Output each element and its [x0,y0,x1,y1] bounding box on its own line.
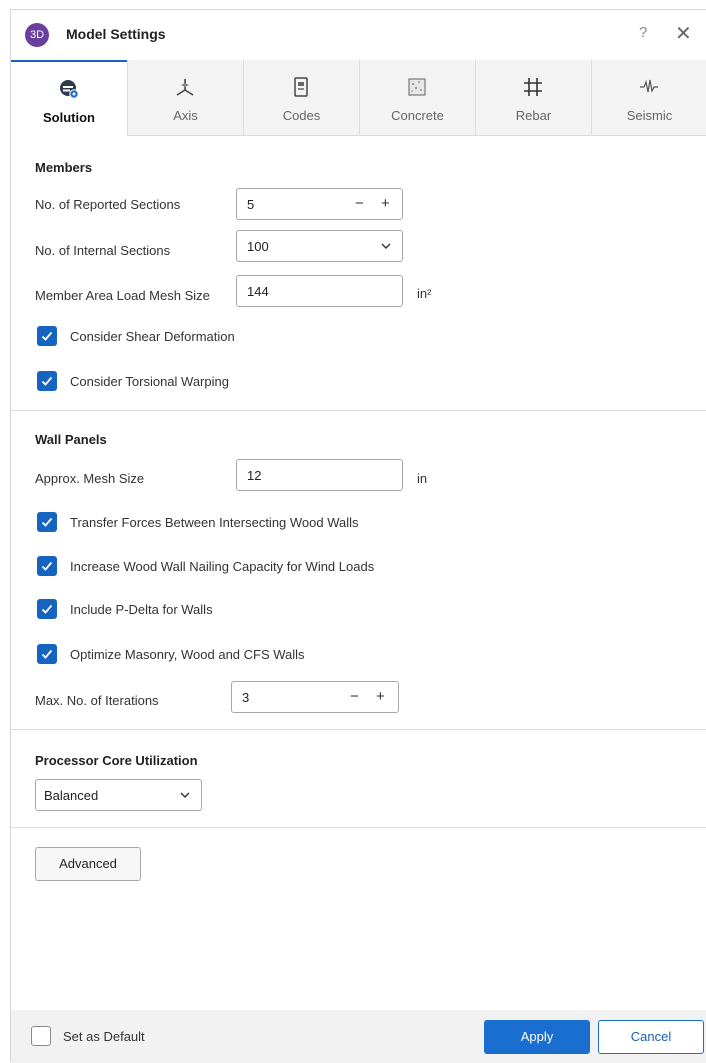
tab-rebar-label: Rebar [515,108,552,123]
tab-seismic[interactable]: Seismic [590,60,706,136]
transfer-forces-checkbox[interactable] [37,512,57,532]
reported-sections-value[interactable]: 5 [247,197,254,212]
processor-utilization-value: Balanced [44,788,99,803]
nailing-capacity-label: Increase Wood Wall Nailing Capacity for … [70,559,375,574]
wall-panels-section-title: Wall Panels [35,432,107,447]
axis-icon [177,79,194,96]
members-section-title: Members [35,160,93,175]
apply-button[interactable]: Apply [484,1020,590,1054]
optimize-walls-label: Optimize Masonry, Wood and CFS Walls [70,647,305,662]
dialog-title: Model Settings [66,26,166,42]
divider [11,827,706,828]
processor-section-title: Processor Core Utilization [35,753,198,768]
shear-deformation-label: Consider Shear Deformation [70,329,235,344]
internal-sections-label: No. of Internal Sections [35,243,171,258]
tab-concrete[interactable]: Concrete [358,60,475,136]
chevron-down-icon [180,792,190,798]
torsional-warping-checkbox[interactable] [37,371,57,391]
wall-mesh-size-value[interactable]: 12 [247,468,261,483]
set-default-label: Set as Default [63,1029,145,1044]
max-iterations-stepper[interactable]: 3 − + [231,681,399,713]
transfer-forces-label: Transfer Forces Between Intersecting Woo… [70,515,359,530]
app-3d-icon: 3D [25,23,49,47]
tab-codes-label: Codes [282,108,321,123]
max-iterations-decrement-button[interactable]: − [350,688,359,705]
max-iterations-label: Max. No. of Iterations [35,693,159,708]
solution-gear-icon [59,80,79,99]
tab-solution-label: Solution [42,110,95,125]
divider [11,410,706,411]
reported-sections-stepper[interactable]: 5 − + [236,188,403,220]
checkmark-icon [41,561,53,571]
shear-deformation-checkbox[interactable] [37,326,57,346]
help-button[interactable]: ? [639,24,647,41]
checkmark-icon [41,649,53,659]
tab-axis-label: Axis [173,108,198,123]
checkmark-icon [41,604,53,614]
reported-sections-increment-button[interactable]: + [381,195,390,212]
member-mesh-size-unit: in² [417,286,432,301]
nailing-capacity-checkbox[interactable] [37,556,57,576]
checkmark-icon [41,376,53,386]
internal-sections-select[interactable]: 100 [236,230,403,262]
tab-codes[interactable]: Codes [242,60,359,136]
checkmark-icon [41,331,53,341]
wall-mesh-size-unit: in [417,471,428,486]
dialog-footer: Set as Default Apply Cancel [11,1010,706,1063]
torsional-warping-label: Consider Torsional Warping [70,374,229,389]
p-delta-label: Include P-Delta for Walls [70,602,213,617]
optimize-walls-checkbox[interactable] [37,644,57,664]
model-settings-dialog: 3D Model Settings ? ✕ Solution Axis Code… [10,9,706,1063]
set-default-checkbox[interactable] [31,1026,51,1046]
wall-mesh-size-input[interactable]: 12 [236,459,403,491]
wall-mesh-size-label: Approx. Mesh Size [35,471,145,486]
advanced-button[interactable]: Advanced [35,847,141,881]
seismic-wave-icon [640,79,659,93]
tab-concrete-label: Concrete [391,108,444,123]
internal-sections-value: 100 [247,239,269,254]
p-delta-checkbox[interactable] [37,599,57,619]
checkmark-icon [41,517,53,527]
tab-seismic-label: Seismic [626,108,673,123]
divider [11,729,706,730]
tab-bar: Solution Axis Codes Concrete Rebar Seism… [11,60,706,136]
title-bar: 3D Model Settings ? ✕ [11,10,706,60]
tab-axis[interactable]: Axis [126,60,243,136]
max-iterations-value[interactable]: 3 [242,690,249,705]
rebar-grid-icon [524,78,543,96]
reported-sections-decrement-button[interactable]: − [355,195,364,212]
member-mesh-size-label: Member Area Load Mesh Size [35,288,210,303]
tab-solution[interactable]: Solution [11,60,127,136]
member-mesh-size-value[interactable]: 144 [247,284,269,299]
tab-rebar[interactable]: Rebar [474,60,591,136]
chevron-down-icon [381,243,391,249]
max-iterations-increment-button[interactable]: + [376,688,385,705]
member-mesh-size-input[interactable]: 144 [236,275,403,307]
codes-book-icon [294,77,309,97]
reported-sections-label: No. of Reported Sections [35,197,181,212]
processor-utilization-select[interactable]: Balanced [35,779,202,811]
cancel-button[interactable]: Cancel [598,1020,704,1054]
concrete-icon [408,78,427,96]
close-button[interactable]: ✕ [675,21,692,46]
